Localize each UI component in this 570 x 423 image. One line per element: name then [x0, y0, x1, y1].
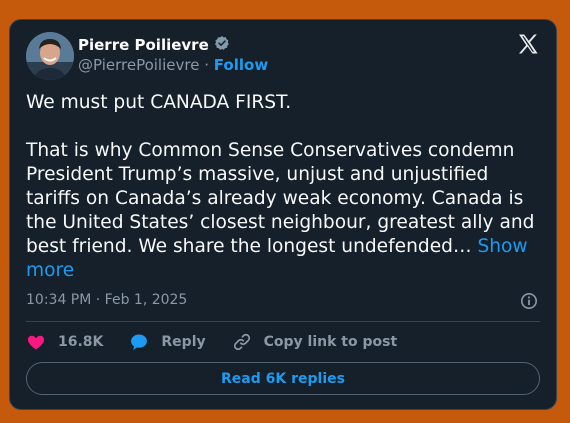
reply-bubble-icon [131, 334, 148, 350]
post-paragraph-2-container: That is why Common Sense Conservatives c… [26, 139, 544, 283]
x-logo-icon[interactable] [516, 32, 540, 56]
post-timestamp[interactable]: 10:34 PM · Feb 1, 2025 [26, 292, 187, 308]
like-count: 16.8K [58, 334, 104, 350]
copy-link-button[interactable]: Copy link to post [232, 332, 398, 352]
link-icon [233, 333, 250, 351]
follow-button[interactable]: Follow [214, 56, 268, 74]
reply-label: Reply [161, 334, 206, 350]
divider [26, 321, 540, 322]
reply-button[interactable]: Reply [129, 332, 206, 352]
author-handle-row: @PierrePoilievre · Follow [78, 56, 268, 74]
like-button[interactable]: 16.8K [26, 332, 103, 352]
author-name-row[interactable]: Pierre Poilievre [78, 35, 230, 55]
post-card: Pierre Poilievre @PierrePoilievre · Foll… [9, 19, 557, 410]
separator-dot: · [204, 56, 210, 74]
read-replies-button[interactable]: Read 6K replies [26, 362, 540, 395]
read-replies-label: Read 6K replies [221, 370, 345, 387]
author-name[interactable]: Pierre Poilievre [78, 36, 209, 54]
action-bar: 16.8K Reply Copy link to post [26, 332, 423, 352]
copy-link-label: Copy link to post [263, 334, 398, 350]
author-handle[interactable]: @PierrePoilievre [78, 56, 199, 74]
post-text: We must put CANADA FIRST. That is why Co… [26, 91, 544, 283]
avatar[interactable] [26, 32, 74, 80]
info-icon[interactable] [520, 292, 538, 310]
verified-badge-icon [214, 35, 230, 55]
post-paragraph-2: That is why Common Sense Conservatives c… [26, 140, 535, 257]
post-paragraph-1: We must put CANADA FIRST. [26, 92, 292, 113]
heart-icon [27, 335, 45, 350]
